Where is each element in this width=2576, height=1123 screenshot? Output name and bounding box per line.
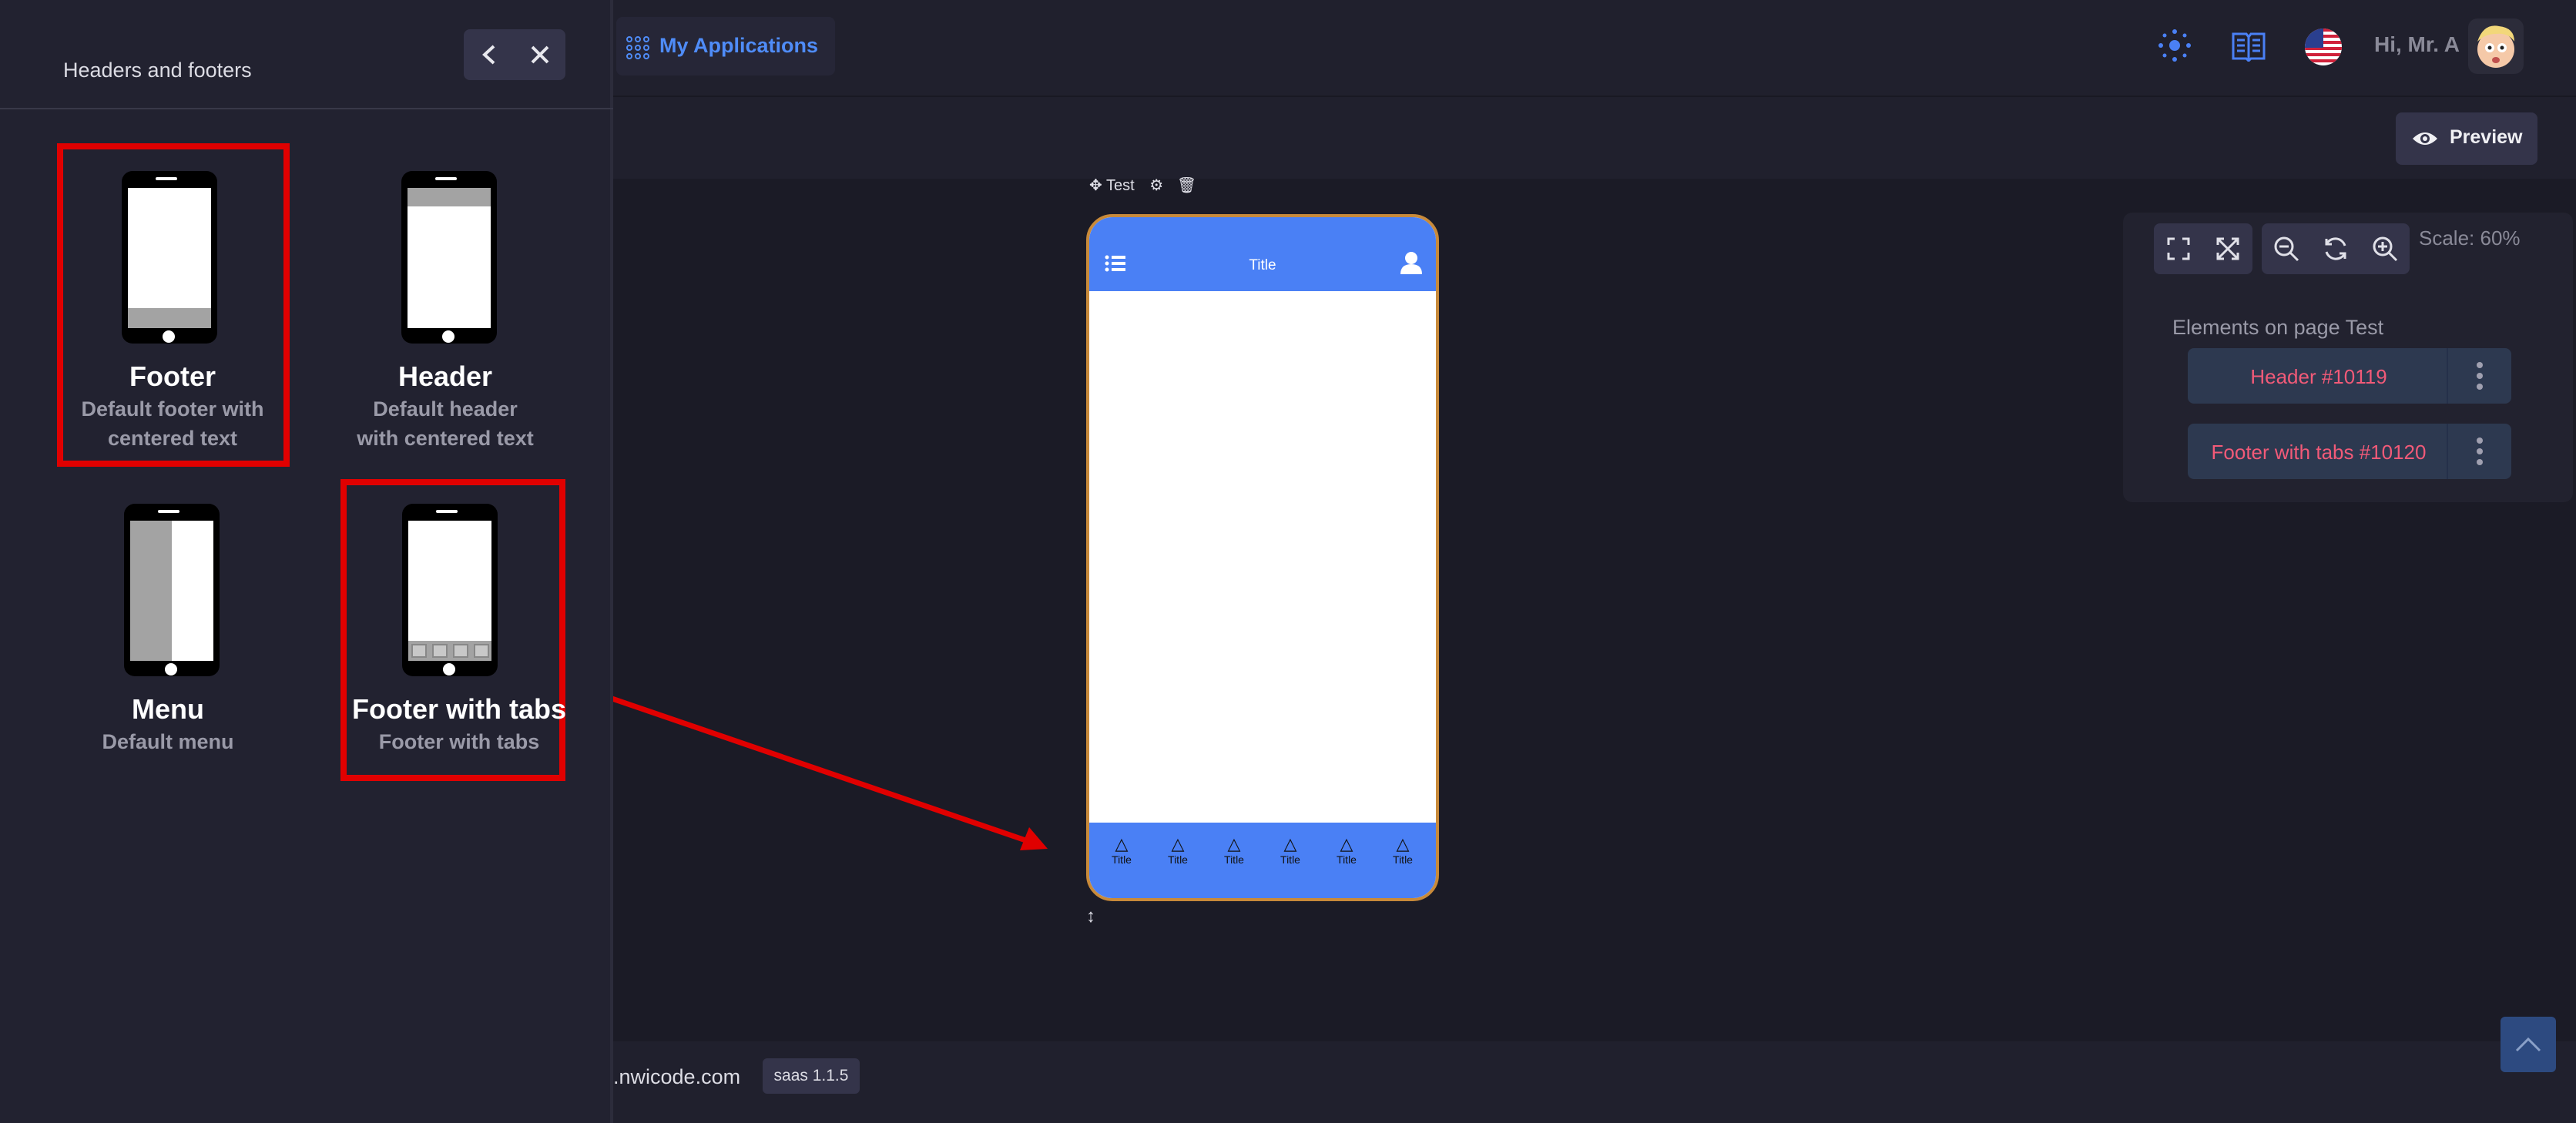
page-toolbar: ✥ Test ⚙ 🗑: [1089, 176, 1196, 195]
phone-header[interactable]: Title: [1089, 217, 1436, 291]
chevron-up-icon: [2515, 1037, 2541, 1052]
annotation-arrow: [599, 692, 1048, 850]
card-name: Menu: [132, 693, 204, 725]
component-card-footer[interactable]: Footer Default footer with centered text: [57, 143, 290, 467]
card-description: Default menu: [102, 730, 234, 753]
expand-button[interactable]: [2203, 223, 2252, 274]
zoom-controls: [2262, 223, 2410, 274]
resize-handle-icon[interactable]: ↕: [1086, 906, 1095, 927]
fullscreen-button[interactable]: [2154, 223, 2203, 274]
settings-icon[interactable]: ⚙: [1149, 177, 1163, 194]
view-controls: [2154, 223, 2252, 274]
footer-tab[interactable]: △ Title: [1380, 834, 1426, 867]
chevron-left-icon: [482, 45, 495, 65]
element-label[interactable]: Footer with tabs #10120: [2188, 441, 2450, 464]
card-description: Default header with centered text: [357, 397, 534, 450]
footer-tab[interactable]: △ Title: [1211, 834, 1257, 867]
phone-preview: Title △ Title △ Title △ Title △ Title △ Title…: [1086, 214, 1439, 901]
triangle-icon: △: [1115, 834, 1129, 853]
user-greeting[interactable]: Hi, Mr. A: [2374, 32, 2460, 57]
phone-footer-tabs-thumbnail: [402, 504, 498, 676]
reset-zoom-button[interactable]: [2311, 223, 2360, 274]
elements-heading: Elements on page Test: [2172, 316, 2384, 339]
tab-label: Title: [1280, 853, 1300, 866]
card-description: Default footer with centered text: [81, 397, 264, 450]
close-icon: [531, 45, 549, 64]
more-vertical-icon[interactable]: [2447, 424, 2511, 479]
footer-tab[interactable]: △ Title: [1267, 834, 1313, 867]
move-icon[interactable]: ✥: [1089, 177, 1102, 194]
apps-grid-icon: [626, 36, 649, 59]
card-name: Header: [397, 360, 493, 392]
close-button[interactable]: [515, 29, 565, 80]
fullscreen-icon: [2167, 237, 2190, 260]
footer-tab[interactable]: △ Title: [1098, 834, 1145, 867]
triangle-icon: △: [1340, 834, 1353, 853]
avatar-face-icon: [2477, 25, 2514, 68]
zoom-in-button[interactable]: [2360, 223, 2410, 274]
triangle-icon: △: [1283, 834, 1297, 853]
footer-tab[interactable]: △ Title: [1155, 834, 1201, 867]
eye-icon: [2413, 132, 2437, 145]
zoom-out-icon: [2274, 236, 2299, 262]
divider: [0, 108, 613, 109]
preview-label[interactable]: Preview: [2450, 126, 2523, 149]
refresh-icon: [2325, 237, 2346, 260]
more-vertical-icon[interactable]: [2447, 348, 2511, 404]
my-applications-label[interactable]: My Applications: [659, 34, 818, 58]
phone-menu-thumbnail: [124, 504, 220, 676]
tab-label: Title: [1393, 853, 1413, 866]
phone-footer-thumbnail: [122, 171, 217, 344]
phone-footer-tabs[interactable]: △ Title △ Title △ Title △ Title △ Title △ Titl…: [1089, 823, 1436, 898]
panel-title: Headers and footers: [63, 59, 252, 82]
expand-icon: [2216, 237, 2239, 260]
components-panel: Headers and footers Footer Default foote…: [0, 0, 613, 1123]
footer-domain[interactable]: .nwicode.com: [613, 1065, 740, 1089]
spinner-icon[interactable]: [2157, 28, 2192, 63]
element-item[interactable]: Header #10119: [2188, 348, 2511, 404]
scroll-top-button[interactable]: [2501, 1017, 2556, 1072]
element-item[interactable]: Footer with tabs #10120: [2188, 424, 2511, 479]
tab-label: Title: [1224, 853, 1244, 866]
zoom-out-button[interactable]: [2262, 223, 2311, 274]
version-badge: saas 1.1.5: [763, 1058, 860, 1094]
component-card-header[interactable]: Header Default header with centered text: [330, 143, 561, 467]
user-icon[interactable]: [1400, 251, 1422, 274]
component-card-menu[interactable]: Menu Default menu: [52, 476, 283, 769]
phone-header-title: Title: [1249, 257, 1276, 273]
us-flag-icon[interactable]: [2303, 28, 2343, 66]
card-name: Footer: [129, 360, 216, 392]
footer-tab[interactable]: △ Title: [1323, 834, 1370, 867]
triangle-icon: △: [1396, 834, 1410, 853]
tab-label: Title: [1168, 853, 1188, 866]
triangle-icon: △: [1227, 834, 1241, 853]
tab-label: Title: [1112, 853, 1132, 866]
phone-header-thumbnail: [401, 171, 497, 344]
zoom-in-icon: [2373, 236, 2398, 262]
page-name: Test: [1105, 177, 1135, 194]
triangle-icon: △: [1171, 834, 1185, 853]
avatar[interactable]: [2468, 18, 2524, 74]
panel-controls: [464, 29, 565, 80]
component-card-footer-with-tabs[interactable]: Footer with tabs Footer with tabs: [340, 479, 566, 781]
book-icon[interactable]: [2231, 29, 2266, 62]
tab-label: Title: [1337, 853, 1357, 866]
card-name: Footer with tabs: [352, 693, 566, 725]
element-label[interactable]: Header #10119: [2188, 365, 2450, 389]
card-description: Footer with tabs: [378, 730, 540, 753]
back-button[interactable]: [464, 29, 515, 80]
trash-icon[interactable]: 🗑: [1177, 177, 1196, 194]
scale-label: Scale: 60%: [2419, 226, 2521, 250]
